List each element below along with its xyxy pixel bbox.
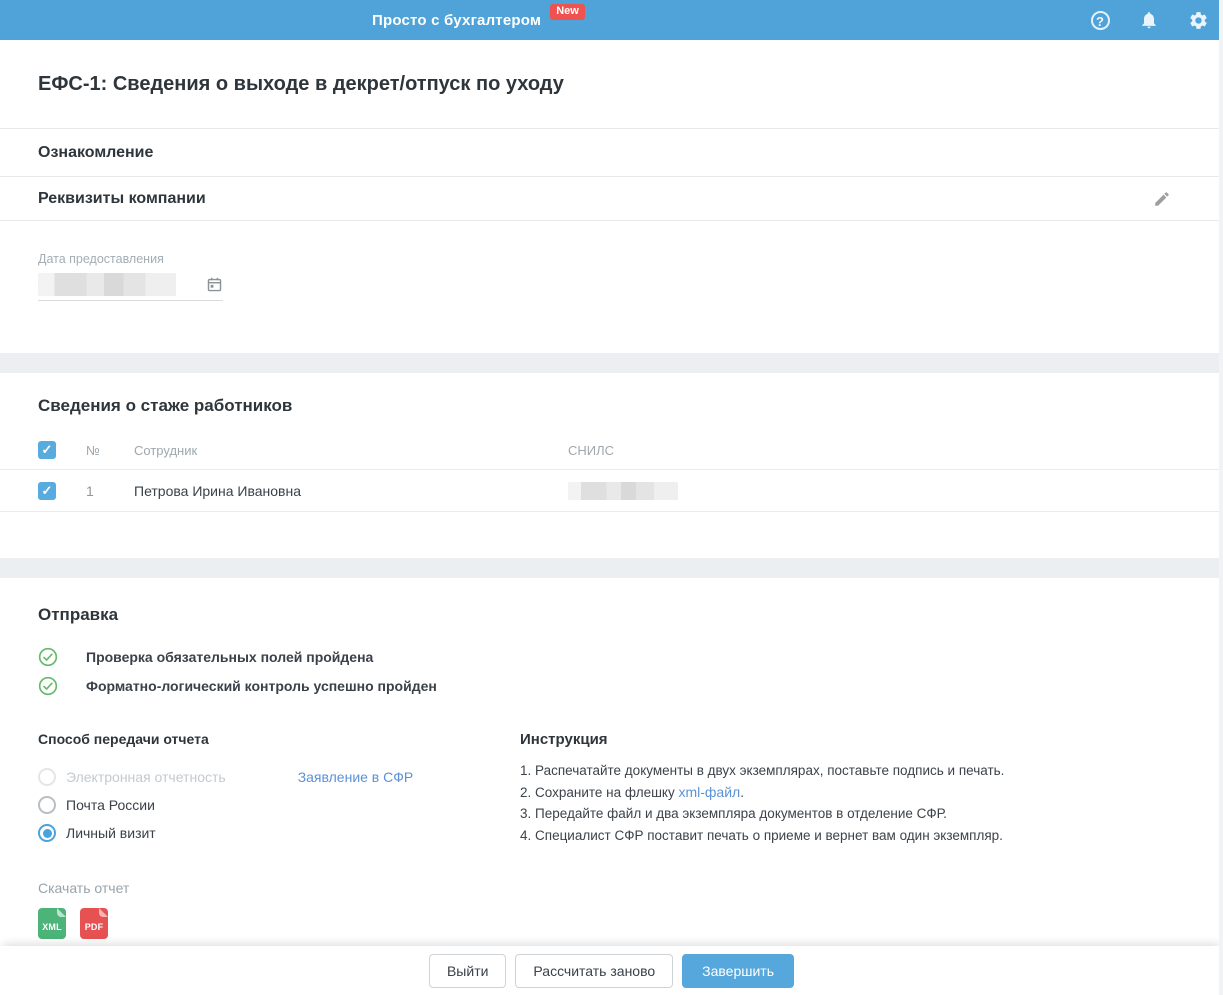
table-header-row: ✓ № Сотрудник СНИЛС xyxy=(0,431,1223,470)
instruction-step: 4. Специалист СФР поставит печать о прие… xyxy=(520,827,1003,843)
sending-title: Отправка xyxy=(38,605,119,624)
check-circle-icon xyxy=(38,647,58,667)
instruction-step: 3. Передайте файл и два экземпляра докум… xyxy=(520,806,947,821)
download-report-label: Скачать отчет xyxy=(38,880,130,896)
select-all-checkbox[interactable]: ✓ xyxy=(38,441,56,459)
row-checkbox[interactable]: ✓ xyxy=(38,481,56,500)
footer-toolbar: Выйти Рассчитать заново Завершить xyxy=(0,946,1223,995)
bell-icon[interactable] xyxy=(1138,9,1160,31)
report-card: ЕФС-1: Сведения о выходе в декрет/отпуск… xyxy=(0,40,1223,353)
radio-personal-visit[interactable] xyxy=(38,824,56,842)
app-title-wrap: Просто с бухгалтером New xyxy=(372,0,585,40)
instruction-step: 1. Распечатайте документы в двух экземпл… xyxy=(520,763,1005,778)
section-familiarization[interactable]: Ознакомление xyxy=(0,129,1223,177)
instruction-step: 2. Сохраните на флешку xml-файл. xyxy=(520,783,744,800)
sending-card: Отправка Проверка обязательных полей про… xyxy=(0,578,1223,946)
section-company-details[interactable]: Реквизиты компании xyxy=(0,177,1223,221)
section-gap xyxy=(0,558,1223,578)
download-pdf-icon[interactable]: PDF xyxy=(80,908,108,939)
format-check-status-text: Форматно-логический контроль успешно про… xyxy=(86,677,437,694)
radio-electronic xyxy=(38,768,56,786)
recalculate-button[interactable]: Рассчитать заново xyxy=(515,953,674,988)
format-check-status-row: Форматно-логический контроль успешно про… xyxy=(0,671,1223,700)
section-familiarization-label: Ознакомление xyxy=(38,143,154,161)
help-icon[interactable]: ? xyxy=(1089,9,1111,31)
date-field-label: Дата предоставления xyxy=(38,252,164,266)
col-employee: Сотрудник xyxy=(134,442,198,458)
validation-status-text: Проверка обязательных полей пройдена xyxy=(86,648,374,665)
table-row[interactable]: ✓ 1 Петрова Ирина Ивановна xyxy=(0,470,1223,512)
radio-electronic-label: Электронная отчетность xyxy=(66,769,226,785)
radio-row-personal-visit[interactable]: Личный визит xyxy=(38,819,520,847)
cell-num: 1 xyxy=(86,482,94,499)
instruction-title: Инструкция xyxy=(520,731,608,748)
section-company-details-label: Реквизиты компании xyxy=(38,189,206,207)
gear-icon[interactable] xyxy=(1187,9,1209,31)
new-badge: New xyxy=(550,4,585,20)
employees-card: Сведения о стаже работников ✓ № Сотрудни… xyxy=(0,373,1223,558)
xml-file-link[interactable]: xml-файл xyxy=(678,784,740,800)
cell-employee-name: Петрова Ирина Ивановна xyxy=(134,482,302,499)
employees-title: Сведения о стаже работников xyxy=(38,396,293,415)
radio-personal-visit-label: Личный визит xyxy=(66,825,156,841)
finish-button[interactable]: Завершить xyxy=(682,953,795,988)
employees-table: ✓ № Сотрудник СНИЛС ✓ 1 Петрова Ирина Ив… xyxy=(0,431,1223,512)
scrollbar[interactable] xyxy=(1219,0,1223,995)
calendar-icon[interactable] xyxy=(206,276,223,293)
date-value-redacted xyxy=(38,273,176,296)
edit-icon[interactable] xyxy=(1153,190,1171,208)
app-title: Просто с бухгалтером xyxy=(372,11,542,29)
col-snils: СНИЛС xyxy=(568,442,615,458)
col-num: № xyxy=(86,442,100,458)
download-xml-icon[interactable]: XML xyxy=(38,908,66,939)
transfer-method-label: Способ передачи отчета xyxy=(38,731,209,747)
page-title: ЕФС-1: Сведения о выходе в декрет/отпуск… xyxy=(38,72,564,95)
sfr-application-link[interactable]: Заявление в СФР xyxy=(298,769,414,785)
radio-post[interactable] xyxy=(38,796,56,814)
check-circle-icon xyxy=(38,676,58,696)
cell-snils-redacted xyxy=(568,481,678,500)
validation-status-row: Проверка обязательных полей пройдена xyxy=(0,642,1223,671)
section-gap xyxy=(0,353,1223,373)
app-header: Просто с бухгалтером New ? xyxy=(0,0,1223,40)
radio-post-label: Почта России xyxy=(66,797,155,813)
radio-row-electronic: Электронная отчетность Заявление в СФР xyxy=(38,763,520,791)
radio-row-post[interactable]: Почта России xyxy=(38,791,520,819)
date-input[interactable] xyxy=(38,273,223,301)
exit-button[interactable]: Выйти xyxy=(428,953,507,988)
